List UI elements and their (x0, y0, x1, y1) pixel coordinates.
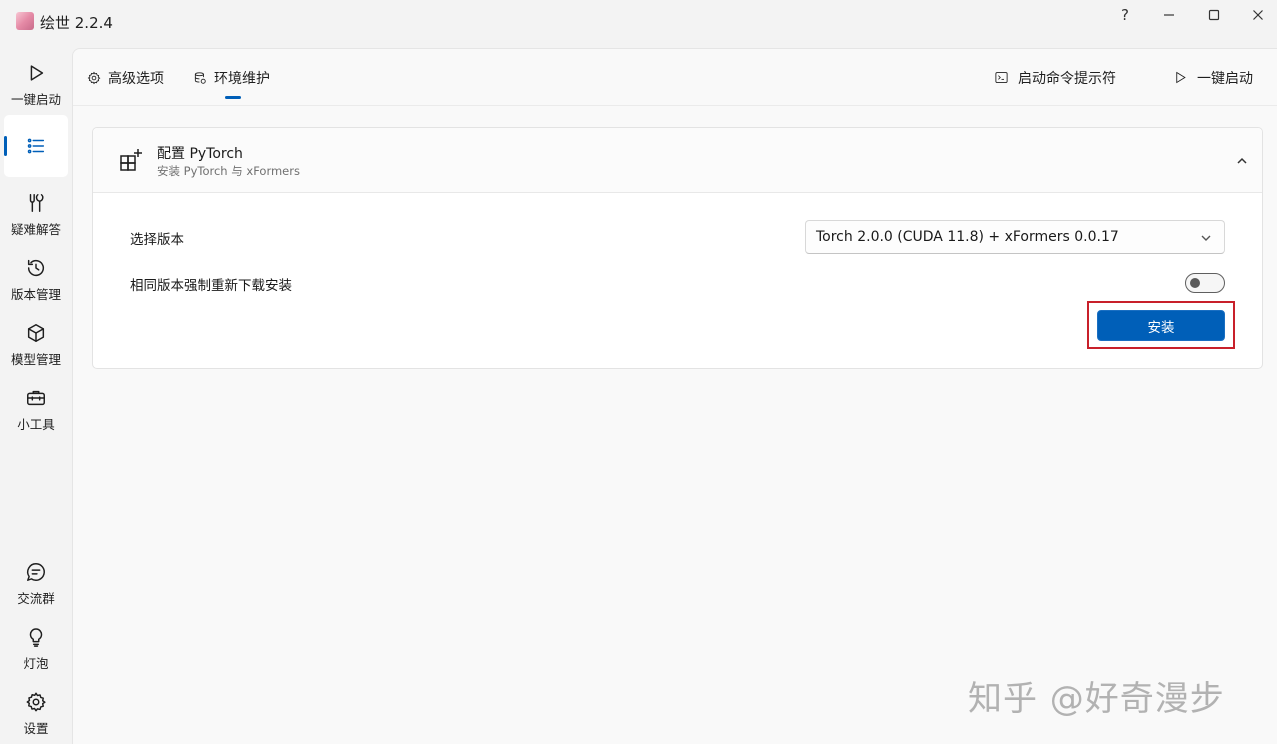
card-header[interactable]: 配置 PyTorch 安装 PyTorch 与 xFormers (93, 128, 1262, 193)
sidebar-item-community[interactable]: 交流群 (4, 553, 68, 615)
version-select[interactable]: Torch 2.0.0 (CUDA 11.8) + xFormers 0.0.1… (805, 220, 1225, 254)
sidebar-item-label: 疑难解答 (10, 222, 61, 237)
toggle-knob (1190, 278, 1200, 288)
gear-icon (26, 692, 46, 712)
main-content: 高级选项 环境维护 启动命令提示符 一键启动 配置 PyTorch 安装 PyT… (72, 48, 1277, 744)
chevron-up-icon[interactable] (1236, 152, 1250, 166)
version-label: 选择版本 (130, 232, 184, 248)
sidebar-item-label: 交流群 (17, 591, 55, 606)
sidebar-item-troubleshoot[interactable]: 疑难解答 (4, 184, 68, 246)
sidebar-item-label: 灯泡 (23, 656, 49, 671)
sidebar-item-label: 版本管理 (10, 287, 61, 302)
tab-label: 环境维护 (214, 70, 270, 87)
database-icon (194, 71, 206, 84)
maximize-icon (1208, 9, 1220, 21)
card-title: 配置 PyTorch (157, 146, 243, 162)
force-reinstall-toggle[interactable] (1185, 273, 1225, 293)
maximize-button[interactable] (1191, 0, 1237, 30)
launch-button[interactable]: 一键启动 (1173, 49, 1253, 106)
close-icon (1253, 10, 1263, 20)
terminal-icon (995, 72, 1008, 83)
add-apps-icon (119, 148, 143, 172)
tab-advanced-options[interactable]: 高级选项 (87, 49, 164, 106)
list-icon (27, 138, 45, 154)
chevron-down-icon (1200, 232, 1212, 244)
sidebar-item-lightbulb[interactable]: 灯泡 (4, 618, 68, 680)
minimize-button[interactable] (1146, 0, 1192, 30)
help-button[interactable]: ? (1102, 0, 1148, 30)
tab-label: 高级选项 (108, 70, 164, 87)
lightbulb-icon (29, 628, 43, 647)
gear-icon (87, 71, 101, 84)
sidebar-item-label: 设置 (23, 721, 49, 736)
sidebar-item-tools[interactable]: 小工具 (4, 379, 68, 441)
active-indicator (4, 136, 7, 156)
play-icon (1176, 71, 1186, 84)
sidebar-item-label: 小工具 (17, 417, 55, 432)
cmd-label: 一键启动 (1197, 70, 1253, 87)
cube-icon (27, 324, 45, 342)
version-select-value: Torch 2.0.0 (CUDA 11.8) + xFormers 0.0.1… (816, 229, 1119, 245)
sidebar: 一键启动 疑难解答 版本管理 模型管理 小工具 交流群 灯泡 设置 (0, 46, 72, 744)
pytorch-config-card: 配置 PyTorch 安装 PyTorch 与 xFormers 选择版本 To… (92, 127, 1263, 369)
sidebar-item-models[interactable]: 模型管理 (4, 314, 68, 376)
open-terminal-button[interactable]: 启动命令提示符 (994, 49, 1116, 106)
play-icon (30, 65, 44, 81)
sidebar-item-environment[interactable] (4, 115, 68, 177)
sidebar-item-versions[interactable]: 版本管理 (4, 249, 68, 311)
sidebar-item-settings[interactable]: 设置 (4, 683, 68, 744)
sidebar-item-label: 模型管理 (10, 352, 61, 367)
sidebar-item-launch[interactable]: 一键启动 (4, 54, 68, 116)
cmd-label: 启动命令提示符 (1018, 70, 1116, 87)
title-bar: 绘世 2.2.4 ? (0, 0, 1277, 46)
tab-active-indicator (225, 96, 241, 99)
card-subtitle: 安装 PyTorch 与 xFormers (157, 164, 300, 178)
force-reinstall-label: 相同版本强制重新下载安装 (130, 278, 292, 294)
install-button[interactable]: 安装 (1097, 310, 1225, 341)
minimize-icon (1164, 14, 1174, 16)
app-title: 绘世 2.2.4 (40, 14, 113, 32)
close-button[interactable] (1235, 0, 1277, 30)
toolbox-icon (27, 390, 45, 406)
top-bar: 高级选项 环境维护 启动命令提示符 一键启动 (73, 49, 1277, 106)
watermark: 知乎 @好奇漫步 (968, 679, 1225, 719)
wrench-icon (29, 194, 44, 212)
chat-icon (27, 563, 45, 581)
history-icon (27, 259, 45, 277)
sidebar-item-label: 一键启动 (10, 92, 61, 107)
help-icon: ? (1121, 6, 1129, 24)
app-logo (16, 12, 34, 30)
